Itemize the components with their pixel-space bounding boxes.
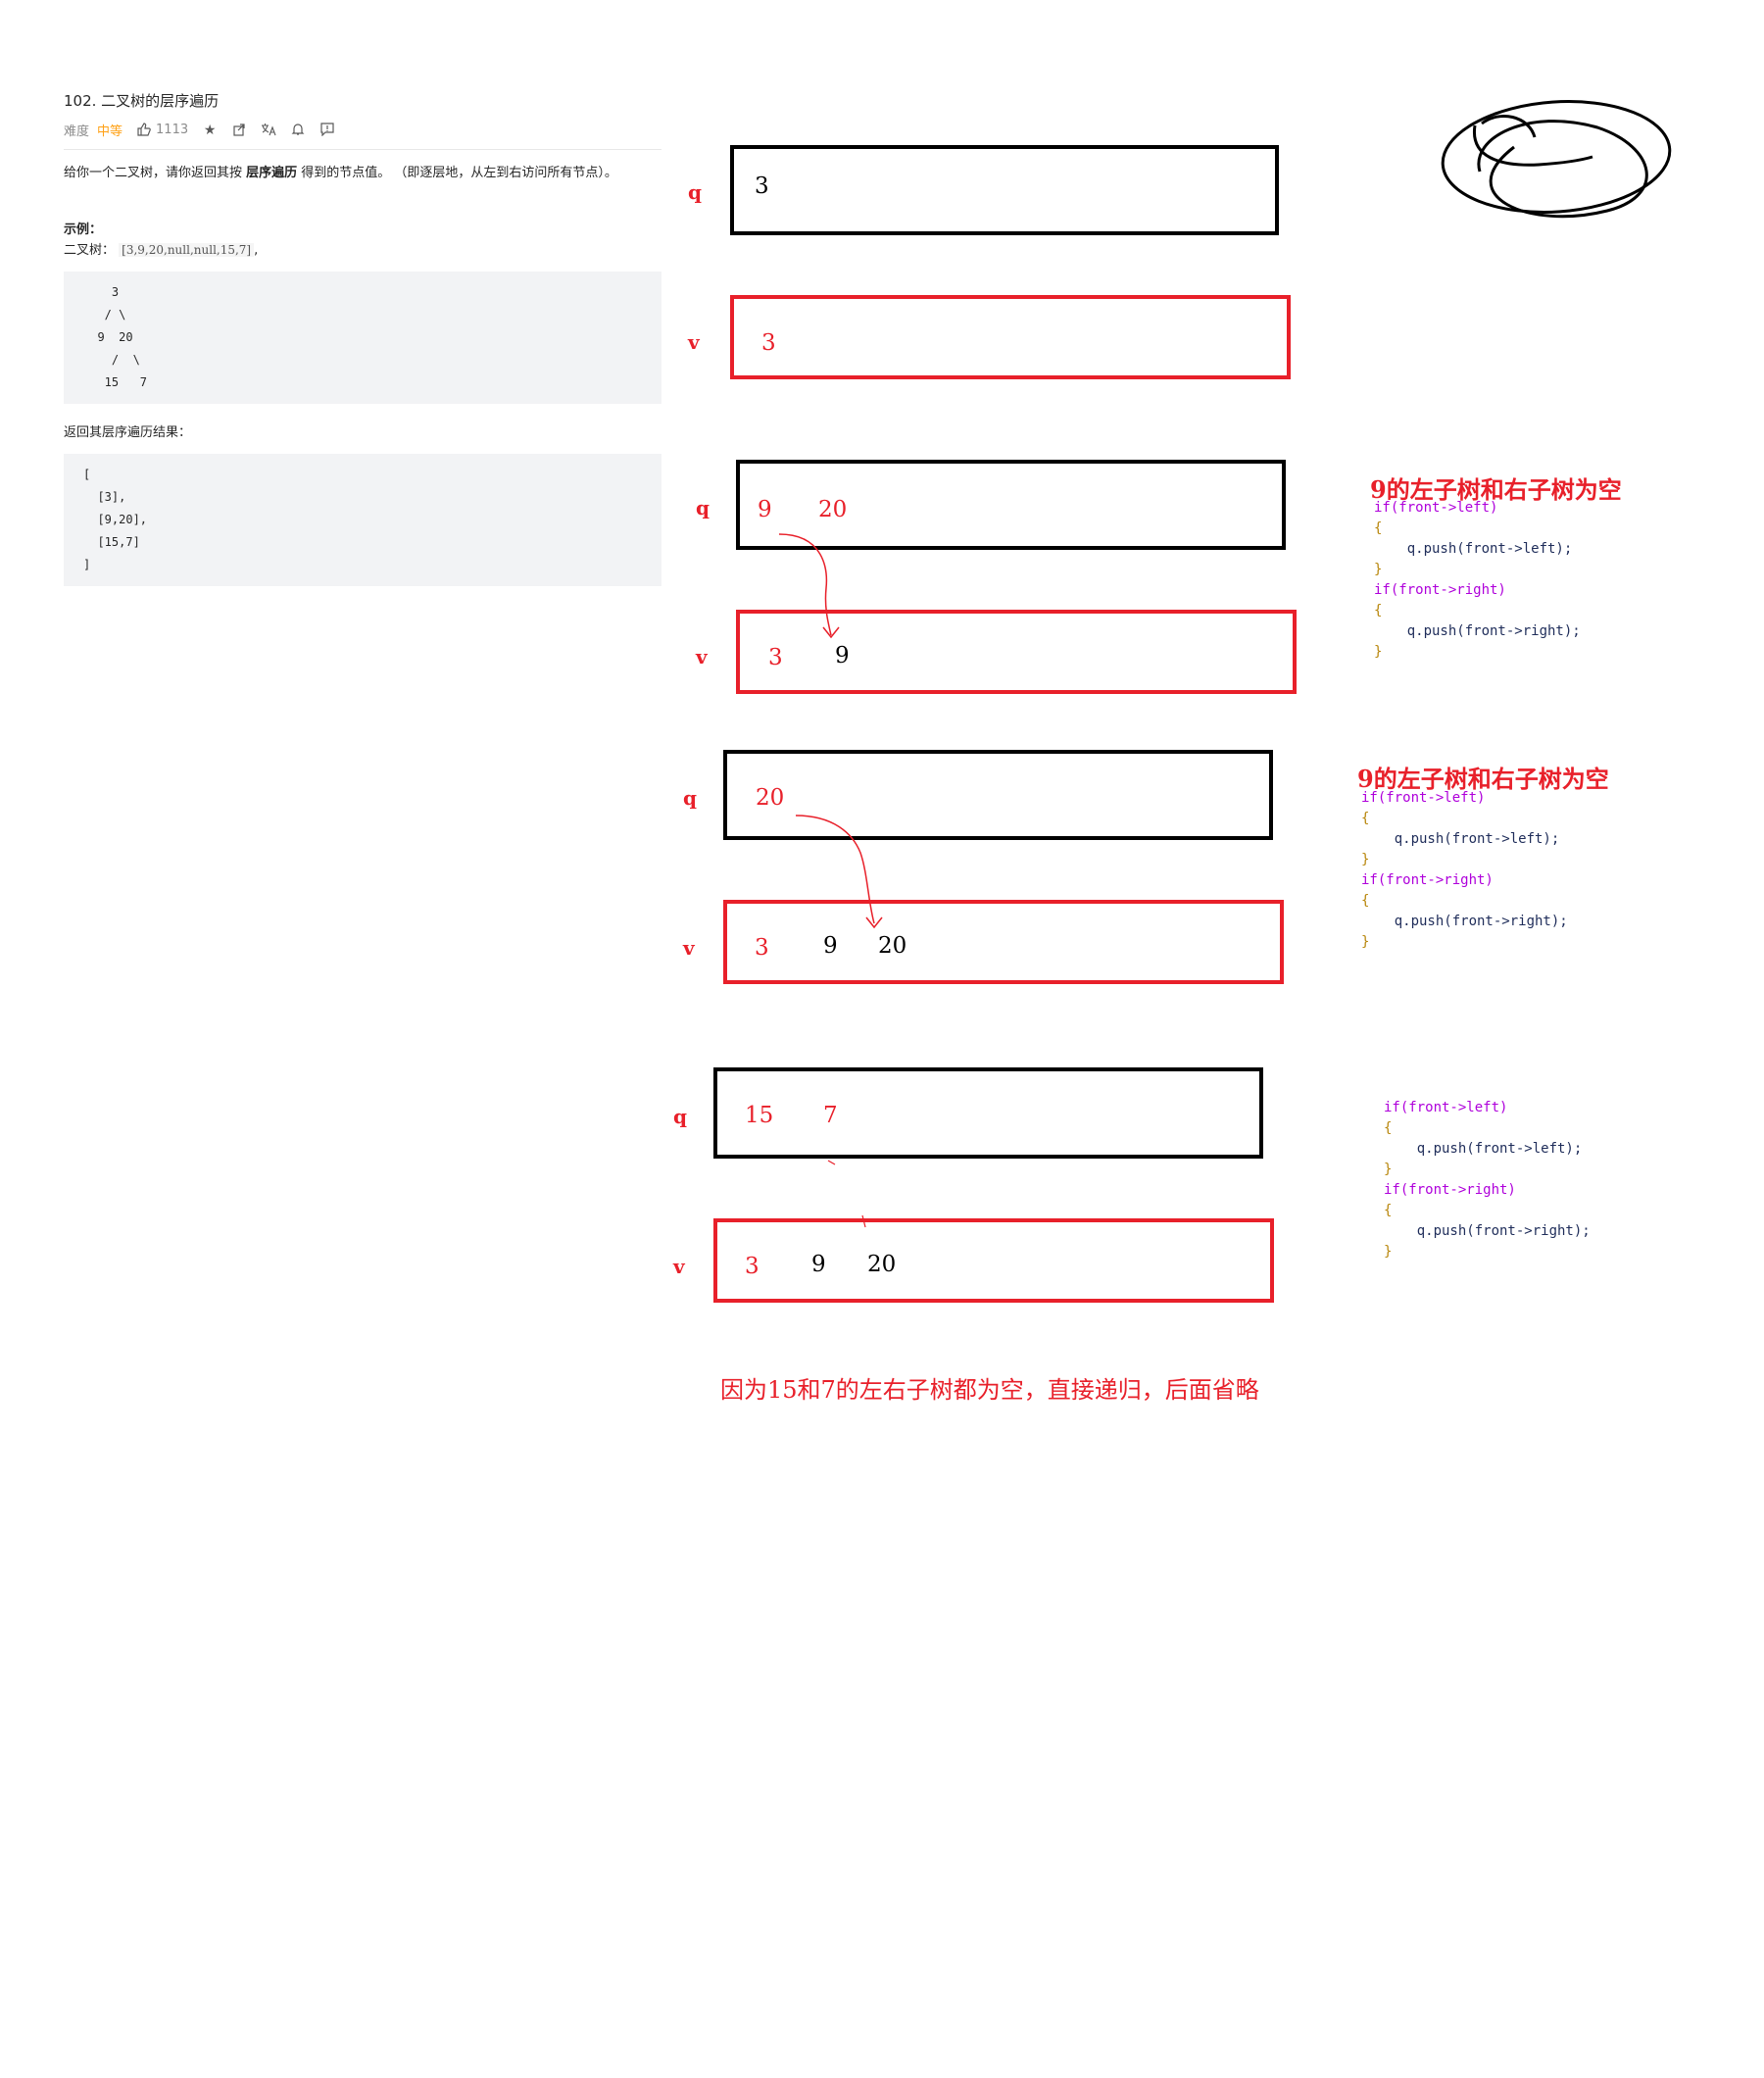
code-line: {: [1361, 893, 1370, 909]
code-line: }: [1361, 934, 1370, 950]
code-line: q.push(front->right);: [1374, 623, 1581, 639]
code-line: }: [1361, 852, 1370, 867]
faint-mark: [861, 1214, 866, 1228]
code-snippet: if(front->left) { q.push(front->left); }…: [1361, 788, 1568, 953]
code-line: if(front->right): [1361, 872, 1494, 888]
annotation-layer: [778, 100, 1672, 1228]
code-line: {: [1361, 811, 1370, 826]
code-line: {: [1374, 520, 1383, 536]
code-line: if(front->left): [1374, 500, 1498, 516]
code-line: q.push(front->right);: [1384, 1223, 1591, 1239]
code-snippet: if(front->left) { q.push(front->left); }…: [1374, 498, 1581, 663]
code-line: {: [1384, 1120, 1393, 1136]
scribble: [1441, 100, 1672, 219]
code-line: q.push(front->right);: [1361, 914, 1568, 929]
code-line: }: [1374, 562, 1383, 577]
code-line: q.push(front->left);: [1374, 541, 1573, 557]
code-line: if(front->left): [1361, 790, 1486, 806]
code-snippet: if(front->left) { q.push(front->left); }…: [1384, 1098, 1591, 1262]
faint-mark: [827, 1160, 836, 1165]
code-line: }: [1384, 1162, 1393, 1177]
code-line: q.push(front->left);: [1361, 831, 1560, 847]
code-line: if(front->right): [1374, 582, 1506, 598]
code-line: {: [1374, 603, 1383, 618]
code-line: q.push(front->left);: [1384, 1141, 1583, 1157]
code-line: if(front->right): [1384, 1182, 1516, 1198]
code-line: {: [1384, 1203, 1393, 1218]
move-arrow: [778, 533, 832, 636]
move-arrow: [795, 815, 875, 924]
bottom-note: 因为15和7的左右子树都为空，直接递归，后面省略: [720, 1376, 1259, 1404]
code-line: if(front->left): [1384, 1100, 1508, 1115]
code-line: }: [1374, 644, 1383, 660]
code-line: }: [1384, 1244, 1393, 1260]
